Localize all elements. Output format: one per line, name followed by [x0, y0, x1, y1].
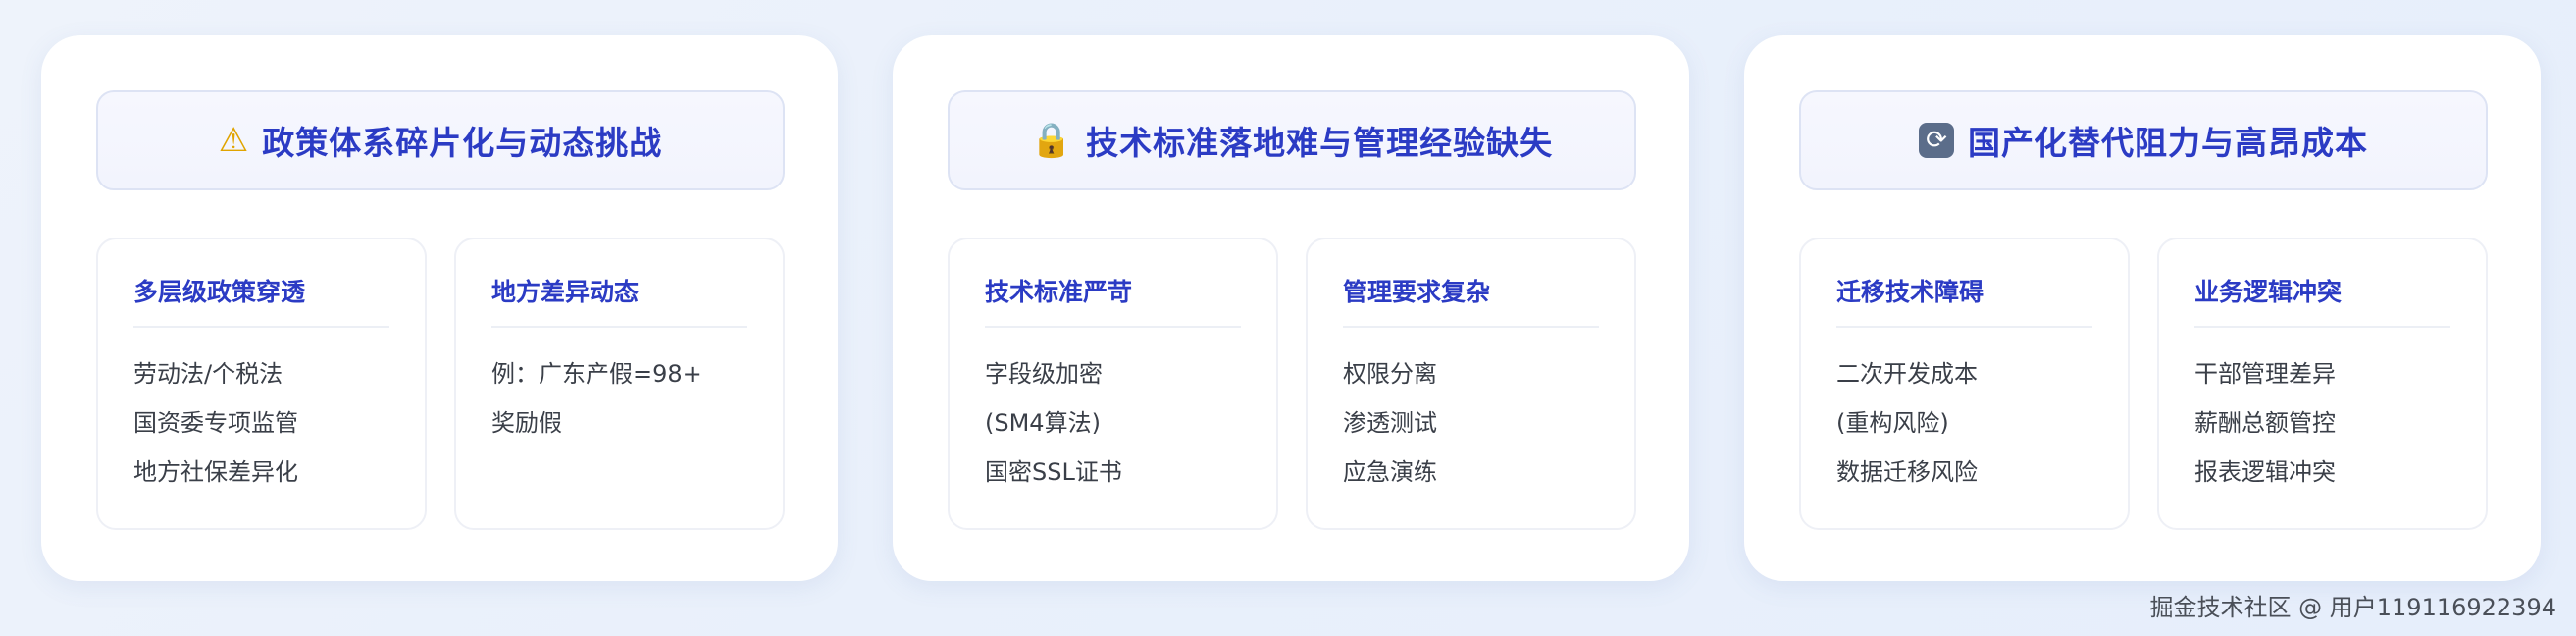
card: 迁移技术障碍 二次开发成本 (重构风险) 数据迁移风险: [1799, 238, 2130, 530]
card-line: 二次开发成本: [1836, 360, 1978, 388]
card: 管理要求复杂 权限分离 渗透测试 应急演练: [1306, 238, 1636, 530]
sync-icon: ⟳: [1919, 123, 1954, 158]
panel-title: 政策体系碎片化与动态挑战: [262, 124, 663, 162]
card-row: 技术标准严苛 字段级加密 (SM4算法) 国密SSL证书 管理要求复杂 权限分离…: [948, 238, 1636, 530]
panels-row: ⚠ 政策体系碎片化与动态挑战 多层级政策穿透 劳动法/个税法 国资委专项监管 地…: [41, 35, 2541, 581]
card-row: 多层级政策穿透 劳动法/个税法 国资委专项监管 地方社保差异化 地方差异动态 例…: [96, 238, 785, 530]
warning-icon: ⚠: [218, 121, 249, 160]
card-line: 劳动法/个税法: [133, 360, 283, 388]
card-row: 迁移技术障碍 二次开发成本 (重构风险) 数据迁移风险 业务逻辑冲突 干部管理差…: [1799, 238, 2488, 530]
panel-header: ⟳ 国产化替代阻力与高昂成本: [1799, 90, 2488, 190]
panel-technical: 🔒 技术标准落地难与管理经验缺失 技术标准严苛 字段级加密 (SM4算法) 国密…: [893, 35, 1689, 581]
card: 技术标准严苛 字段级加密 (SM4算法) 国密SSL证书: [948, 238, 1278, 530]
card-line: 奖励假: [491, 409, 562, 437]
card-line: 薪酬总额管控: [2194, 409, 2336, 437]
card-title: 地方差异动态: [491, 273, 747, 328]
card-line: 数据迁移风险: [1836, 458, 1978, 486]
card-line: 权限分离: [1343, 360, 1437, 388]
panel-title: 技术标准落地难与管理经验缺失: [1086, 124, 1554, 162]
card-line: 地方社保差异化: [133, 458, 298, 486]
card-line: (SM4算法): [985, 409, 1101, 437]
card-line: 例：广东产假=98+: [491, 360, 702, 388]
card-line: 应急演练: [1343, 458, 1437, 486]
card: 地方差异动态 例：广东产假=98+ 奖励假: [454, 238, 785, 530]
panel-header: ⚠ 政策体系碎片化与动态挑战: [96, 90, 785, 190]
watermark: 掘金技术社区 @ 用户119116922394: [2149, 594, 2557, 621]
lock-icon: 🔒: [1030, 121, 1073, 160]
card-line: 渗透测试: [1343, 409, 1437, 437]
card: 多层级政策穿透 劳动法/个税法 国资委专项监管 地方社保差异化: [96, 238, 427, 530]
card-line: 国密SSL证书: [985, 458, 1122, 486]
card-title: 迁移技术障碍: [1836, 273, 2092, 328]
card-title: 多层级政策穿透: [133, 273, 389, 328]
card-line: 干部管理差异: [2194, 360, 2336, 388]
card-line: 报表逻辑冲突: [2194, 458, 2336, 486]
panel-policy: ⚠ 政策体系碎片化与动态挑战 多层级政策穿透 劳动法/个税法 国资委专项监管 地…: [41, 35, 838, 581]
panel-header: 🔒 技术标准落地难与管理经验缺失: [948, 90, 1636, 190]
card: 业务逻辑冲突 干部管理差异 薪酬总额管控 报表逻辑冲突: [2157, 238, 2488, 530]
card-line: 字段级加密: [985, 360, 1103, 388]
card-title: 管理要求复杂: [1343, 273, 1599, 328]
card-line: 国资委专项监管: [133, 409, 298, 437]
card-title: 技术标准严苛: [985, 273, 1241, 328]
card-line: (重构风险): [1836, 409, 1949, 437]
panel-title: 国产化替代阻力与高昂成本: [1968, 124, 2368, 162]
card-title: 业务逻辑冲突: [2194, 273, 2450, 328]
panel-localization: ⟳ 国产化替代阻力与高昂成本 迁移技术障碍 二次开发成本 (重构风险) 数据迁移…: [1744, 35, 2541, 581]
